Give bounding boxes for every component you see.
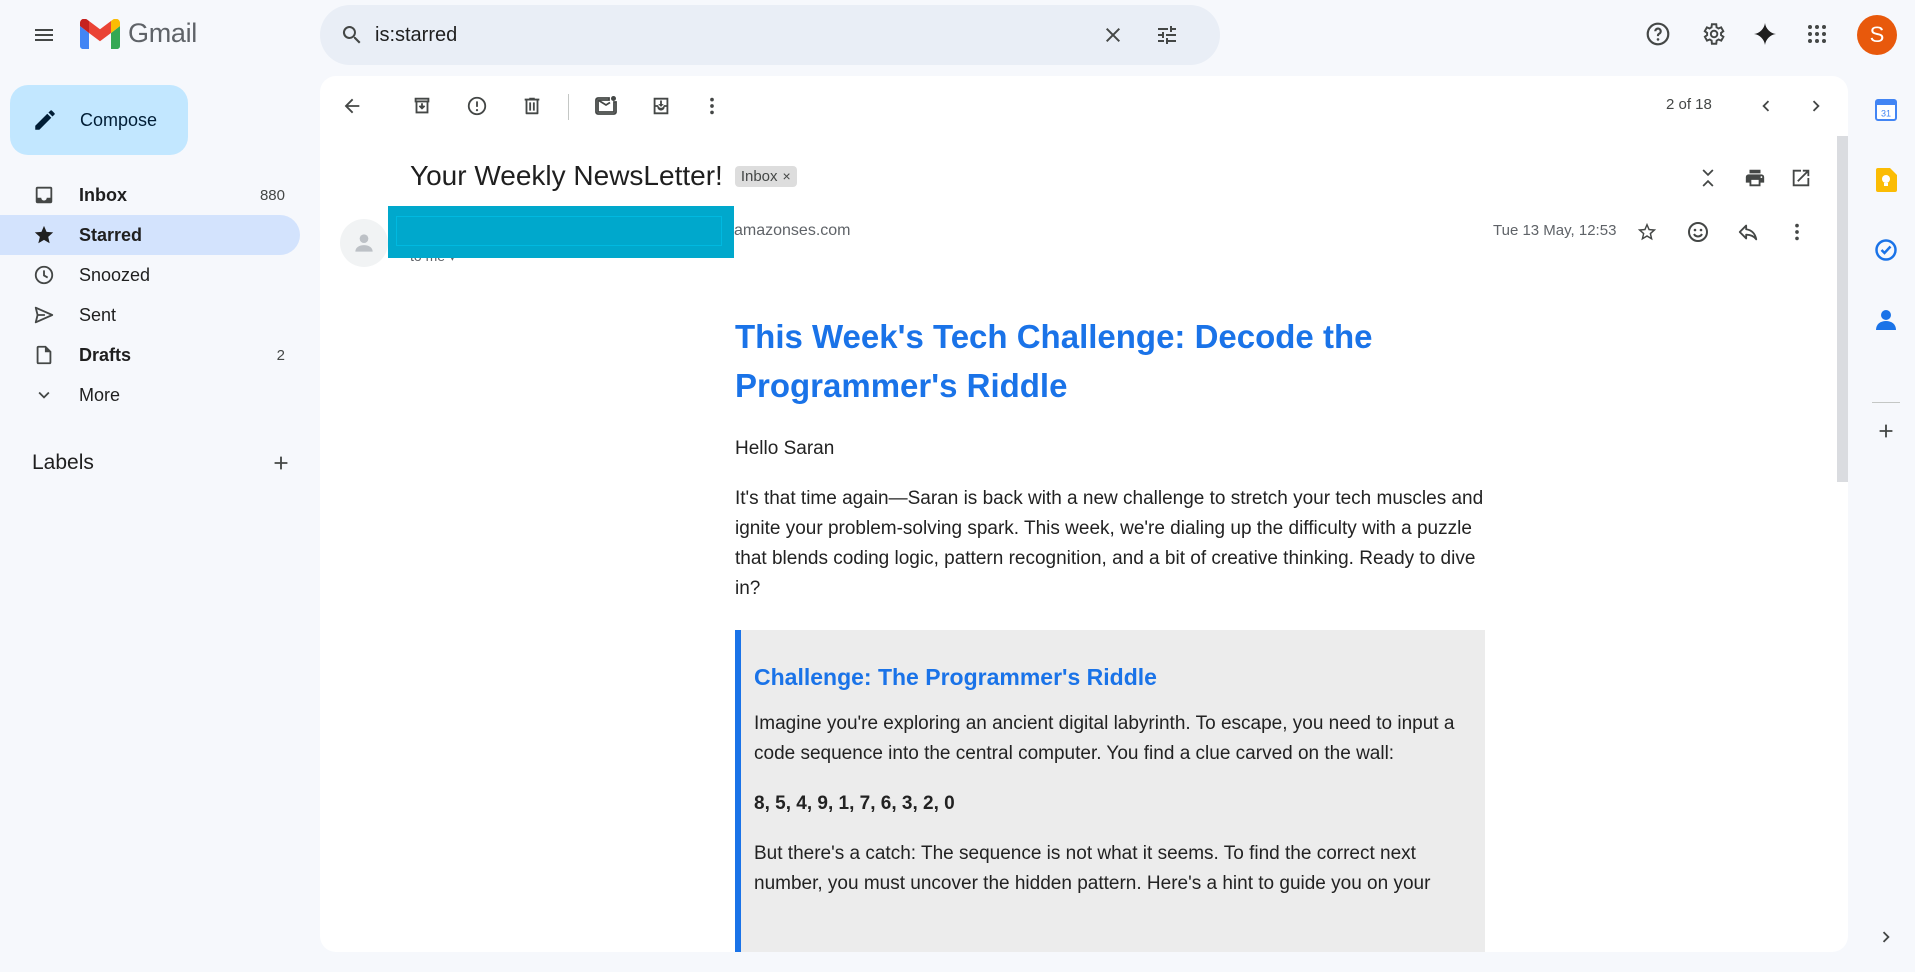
labels-title: Labels <box>32 451 94 474</box>
mark-unread-icon[interactable] <box>586 86 626 126</box>
toolbar-divider <box>568 94 569 120</box>
clock-icon <box>32 263 56 287</box>
sidebar-item-inbox[interactable]: Inbox 880 <box>0 175 300 215</box>
expand-side-panel-icon[interactable] <box>1868 919 1904 955</box>
email-body: This Week's Tech Challenge: Decode the P… <box>735 312 1485 952</box>
reply-icon[interactable] <box>1728 212 1768 252</box>
sidebar-item-label: Snoozed <box>79 264 151 285</box>
challenge-paragraph-2: But there's a catch: The sequence is not… <box>754 843 1431 894</box>
sidebar-nav: Inbox 880 Starred Snoozed Sent Drafts 2 … <box>0 175 300 415</box>
report-spam-icon[interactable] <box>457 86 497 126</box>
greeting: Hello Saran <box>735 438 835 459</box>
email-subject: Your Weekly NewsLetter! <box>410 160 723 191</box>
sidebar-item-label: Sent <box>79 304 117 325</box>
search-icon[interactable] <box>332 15 372 55</box>
add-label-icon[interactable] <box>270 452 292 474</box>
collapse-all-icon[interactable] <box>1688 158 1728 198</box>
side-panel-divider <box>1872 402 1900 403</box>
account-avatar[interactable]: S <box>1857 15 1897 55</box>
back-arrow-icon[interactable] <box>332 86 372 126</box>
move-to-icon[interactable] <box>641 86 681 126</box>
compose-label: Compose <box>80 109 158 130</box>
sidebar-item-label: Drafts <box>79 344 132 365</box>
calendar-day: 31 <box>1881 109 1891 119</box>
unread-count: 880 <box>259 186 285 204</box>
gmail-logo[interactable]: Gmail <box>80 18 197 49</box>
gemini-sparkle-icon[interactable] <box>1745 14 1785 54</box>
sender-redaction <box>388 206 734 258</box>
contacts-app-icon[interactable] <box>1868 302 1904 338</box>
sidebar-item-snoozed[interactable]: Snoozed <box>0 255 300 295</box>
badge-label: Inbox <box>740 167 778 185</box>
sidebar-item-more[interactable]: More <box>0 375 300 415</box>
settings-gear-icon[interactable] <box>1693 14 1733 54</box>
remove-label-icon[interactable]: × <box>783 168 791 184</box>
labels-header: Labels <box>32 448 292 478</box>
search-bar <box>320 5 1220 65</box>
challenge-paragraph-1: Imagine you're exploring an ancient digi… <box>754 713 1455 764</box>
help-icon[interactable] <box>1638 14 1678 54</box>
star-icon <box>32 223 56 247</box>
star-outline-icon[interactable] <box>1627 212 1667 252</box>
add-addon-icon[interactable] <box>1868 413 1904 449</box>
main-menu-icon[interactable] <box>24 15 64 55</box>
sidebar-item-starred[interactable]: Starred <box>0 215 300 255</box>
delete-trash-icon[interactable] <box>512 86 552 126</box>
emoji-reaction-icon[interactable] <box>1678 212 1718 252</box>
intro-paragraph: It's that time again—Saran is back with … <box>735 488 1484 599</box>
sender-avatar[interactable] <box>340 219 388 267</box>
message-more-vert-icon[interactable] <box>1777 212 1817 252</box>
drafts-count: 2 <box>276 346 285 364</box>
challenge-box: Challenge: The Programmer's Riddle Imagi… <box>735 630 1485 952</box>
open-new-window-icon[interactable] <box>1781 158 1821 198</box>
sidebar-item-sent[interactable]: Sent <box>0 295 300 335</box>
compose-button[interactable]: Compose <box>10 85 188 155</box>
send-icon <box>32 303 56 327</box>
chevron-down-icon <box>32 383 56 407</box>
inbox-label-badge: Inbox × <box>734 165 797 187</box>
keep-app-icon[interactable] <box>1868 162 1904 198</box>
gmail-m-icon <box>80 18 120 49</box>
clear-search-icon[interactable] <box>1093 15 1133 55</box>
sidebar-item-label: Inbox <box>79 184 127 205</box>
email-subject-row: Your Weekly NewsLetter! Inbox × <box>410 160 797 192</box>
archive-icon[interactable] <box>402 86 442 126</box>
sender-email-domain: amazonses.com <box>734 222 851 239</box>
challenge-title: Challenge: The Programmer's Riddle <box>754 664 1157 690</box>
tasks-app-icon[interactable] <box>1868 232 1904 268</box>
app-name: Gmail <box>128 18 198 48</box>
top-bar: Gmail S <box>0 0 1915 70</box>
calendar-app-icon[interactable]: 31 <box>1868 92 1904 128</box>
draft-icon <box>32 343 56 367</box>
search-options-icon[interactable] <box>1147 15 1187 55</box>
print-icon[interactable] <box>1735 158 1775 198</box>
search-input[interactable] <box>375 19 1095 51</box>
sidebar-item-label: More <box>79 384 121 405</box>
pagination-text: 2 of 18 <box>1666 96 1712 113</box>
more-vert-icon[interactable] <box>692 86 732 126</box>
apps-grid-icon[interactable] <box>1797 14 1837 54</box>
person-icon <box>355 234 373 252</box>
scrollbar-thumb[interactable] <box>1837 136 1848 482</box>
chevron-left-icon[interactable] <box>1746 86 1786 126</box>
pencil-icon <box>32 107 58 133</box>
sidebar-item-drafts[interactable]: Drafts 2 <box>0 335 300 375</box>
email-view-panel: 2 of 18 Your Weekly NewsLetter! Inbox × … <box>320 76 1848 952</box>
redaction-inner <box>396 216 722 246</box>
challenge-sequence: 8, 5, 4, 9, 1, 7, 6, 3, 2, 0 <box>754 793 955 814</box>
chevron-right-icon[interactable] <box>1796 86 1836 126</box>
sidebar-item-label: Starred <box>79 224 143 245</box>
email-date: Tue 13 May, 12:53 <box>1493 222 1617 239</box>
inbox-icon <box>32 183 56 207</box>
newsletter-heading: This Week's Tech Challenge: Decode the P… <box>735 318 1373 404</box>
